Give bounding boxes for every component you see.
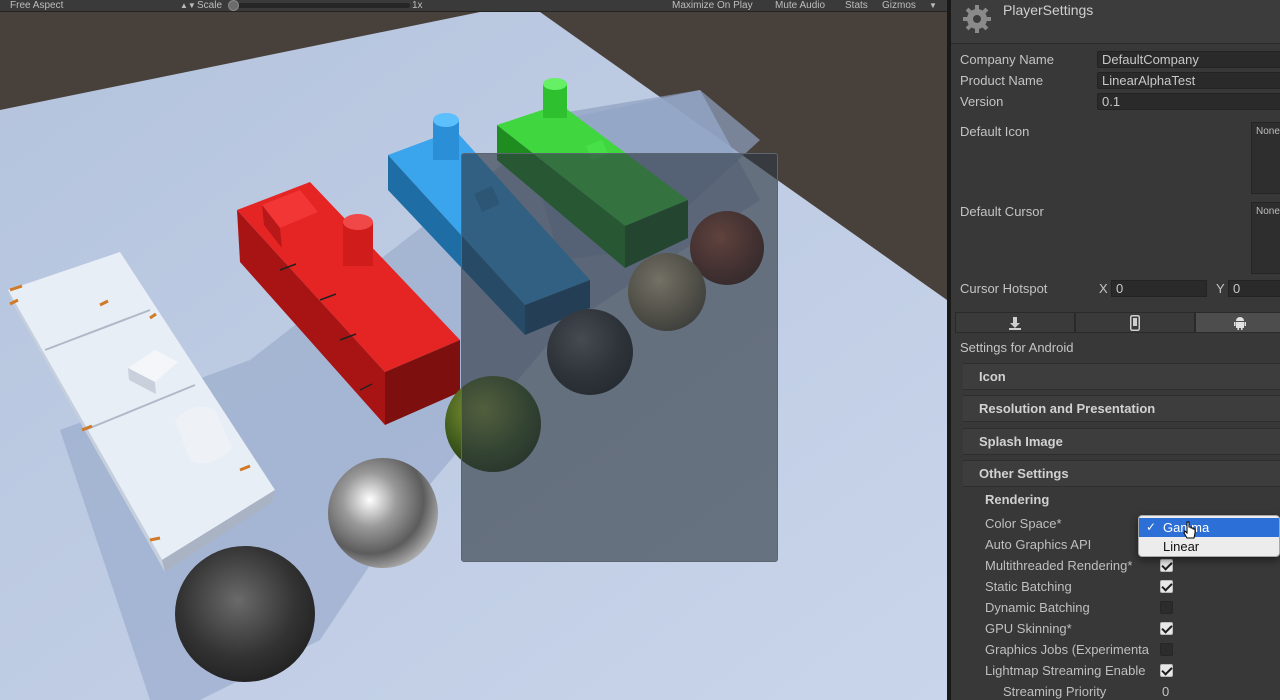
scale-value: 1x (412, 0, 423, 11)
tab-android[interactable] (1195, 312, 1280, 333)
inspector-panel: PlayerSettings Company Name DefaultCompa… (947, 0, 1280, 700)
tab-ios[interactable] (1075, 312, 1195, 333)
static-batching-checkbox[interactable] (1160, 580, 1173, 593)
streaming-priority-label: Streaming Priority (1003, 684, 1107, 699)
scale-slider-handle[interactable] (228, 0, 239, 11)
company-name-label: Company Name (960, 52, 1054, 67)
checkmark-icon: ✓ (1146, 520, 1157, 534)
gear-icon (963, 5, 991, 33)
section-splash-image[interactable]: Splash Image (963, 428, 1280, 455)
option-label: Linear (1163, 539, 1200, 554)
color-space-option-linear[interactable]: Linear (1139, 537, 1279, 556)
tab-standalone[interactable] (955, 312, 1075, 333)
hotspot-y-label: Y (1216, 281, 1225, 296)
dynamic-batching-checkbox[interactable] (1160, 601, 1173, 614)
lightmap-streaming-label: Lightmap Streaming Enable (985, 663, 1146, 678)
streaming-priority-value[interactable]: 0 (1162, 684, 1169, 699)
stats-toggle[interactable]: Stats (845, 0, 868, 11)
section-other-settings[interactable]: Other Settings (963, 460, 1280, 487)
aspect-dropdown[interactable]: Free Aspect (10, 0, 63, 11)
mute-audio-toggle[interactable]: Mute Audio (775, 0, 825, 11)
aspect-dropdown-arrow-icon[interactable]: ▲▼ (180, 0, 196, 11)
graphics-jobs-checkbox[interactable] (1160, 643, 1173, 656)
default-icon-label: Default Icon (960, 124, 1030, 139)
android-icon (1233, 316, 1246, 330)
gpu-skinning-checkbox[interactable] (1160, 622, 1173, 635)
granite-sphere (175, 546, 315, 682)
chrome-sphere (328, 458, 438, 568)
default-cursor-slot[interactable]: None (1251, 202, 1280, 274)
phone-icon (1130, 314, 1140, 331)
rendering-header: Rendering (985, 492, 1050, 507)
multithreaded-rendering-label: Multithreaded Rendering* (985, 558, 1133, 573)
maximize-on-play-toggle[interactable]: Maximize On Play (672, 0, 753, 11)
color-space-label: Color Space* (985, 516, 1062, 531)
mouse-pointer-icon (1183, 521, 1196, 539)
scale-label: Scale (197, 0, 223, 11)
graphics-jobs-label: Graphics Jobs (Experimenta (985, 642, 1150, 657)
platform-tabs (955, 312, 1280, 333)
scale-slider[interactable] (228, 3, 410, 8)
lightmap-streaming-checkbox[interactable] (1160, 664, 1173, 677)
gizmos-dropdown-arrow-icon[interactable]: ▼ (929, 0, 937, 11)
default-icon-slot[interactable]: None (1251, 122, 1280, 194)
download-icon (1009, 316, 1021, 330)
hotspot-y-field[interactable]: 0 (1228, 280, 1280, 297)
section-icon[interactable]: Icon (963, 363, 1280, 390)
hotspot-x-field[interactable]: 0 (1111, 280, 1207, 297)
dynamic-batching-label: Dynamic Batching (985, 600, 1090, 615)
gizmos-toggle[interactable]: Gizmos (882, 0, 916, 11)
version-label: Version (960, 94, 1004, 109)
inspector-header: PlayerSettings (951, 0, 1280, 44)
multithreaded-rendering-checkbox[interactable] (1160, 559, 1173, 572)
game-view[interactable]: Free Aspect ▲▼ Scale 1x Maximize On Play… (0, 0, 947, 700)
static-batching-label: Static Batching (985, 579, 1072, 594)
settings-for-label: Settings for Android (960, 340, 1074, 355)
color-space-option-gamma[interactable]: ✓ Gamma (1139, 518, 1279, 537)
product-name-label: Product Name (960, 73, 1044, 88)
gpu-skinning-label: GPU Skinning* (985, 621, 1072, 636)
inspector-title: PlayerSettings (1003, 2, 1094, 18)
default-cursor-label: Default Cursor (960, 204, 1044, 219)
section-resolution-and-presentation[interactable]: Resolution and Presentation (963, 395, 1280, 422)
company-name-field[interactable]: DefaultCompany (1097, 51, 1280, 68)
game-view-toolbar: Free Aspect ▲▼ Scale 1x Maximize On Play… (0, 0, 947, 12)
product-name-field[interactable]: LinearAlphaTest (1097, 72, 1280, 89)
version-field[interactable]: 0.1 (1097, 93, 1280, 110)
auto-graphics-api-label: Auto Graphics API (985, 537, 1092, 552)
color-space-dropdown-menu: ✓ Gamma Linear (1138, 515, 1280, 557)
transparent-overlay-panel (461, 153, 778, 562)
hotspot-x-label: X (1099, 281, 1108, 296)
cursor-hotspot-label: Cursor Hotspot (960, 281, 1048, 296)
